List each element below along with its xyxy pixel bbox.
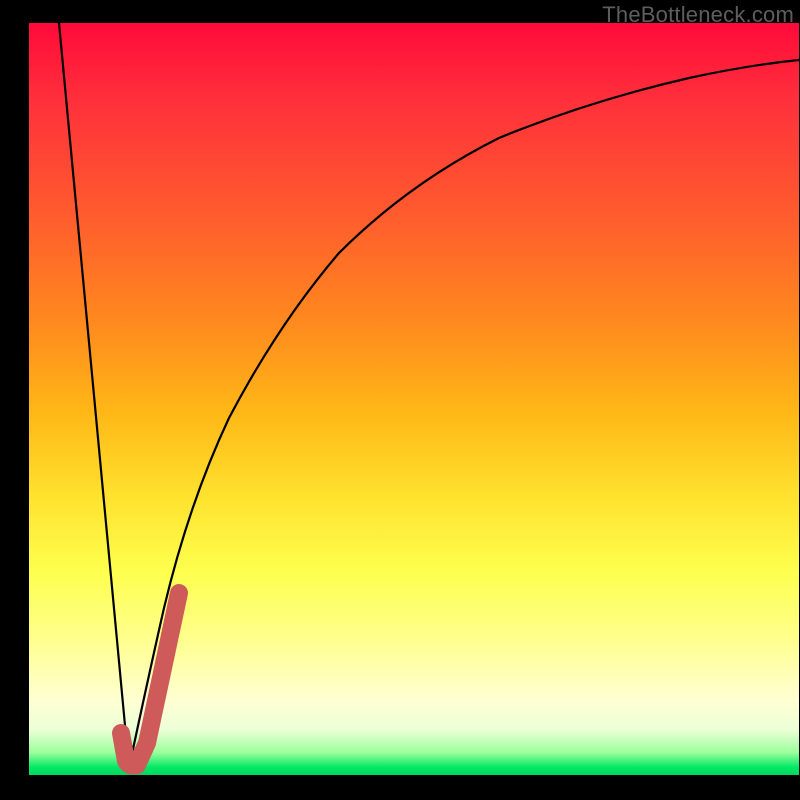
left-line <box>59 23 129 768</box>
plot-area <box>29 23 799 775</box>
chart-frame: TheBottleneck.com <box>0 0 800 800</box>
watermark-text: TheBottleneck.com <box>602 2 794 28</box>
right-curve <box>129 60 799 768</box>
chart-curves <box>29 23 799 775</box>
red-j-mark <box>121 593 179 766</box>
